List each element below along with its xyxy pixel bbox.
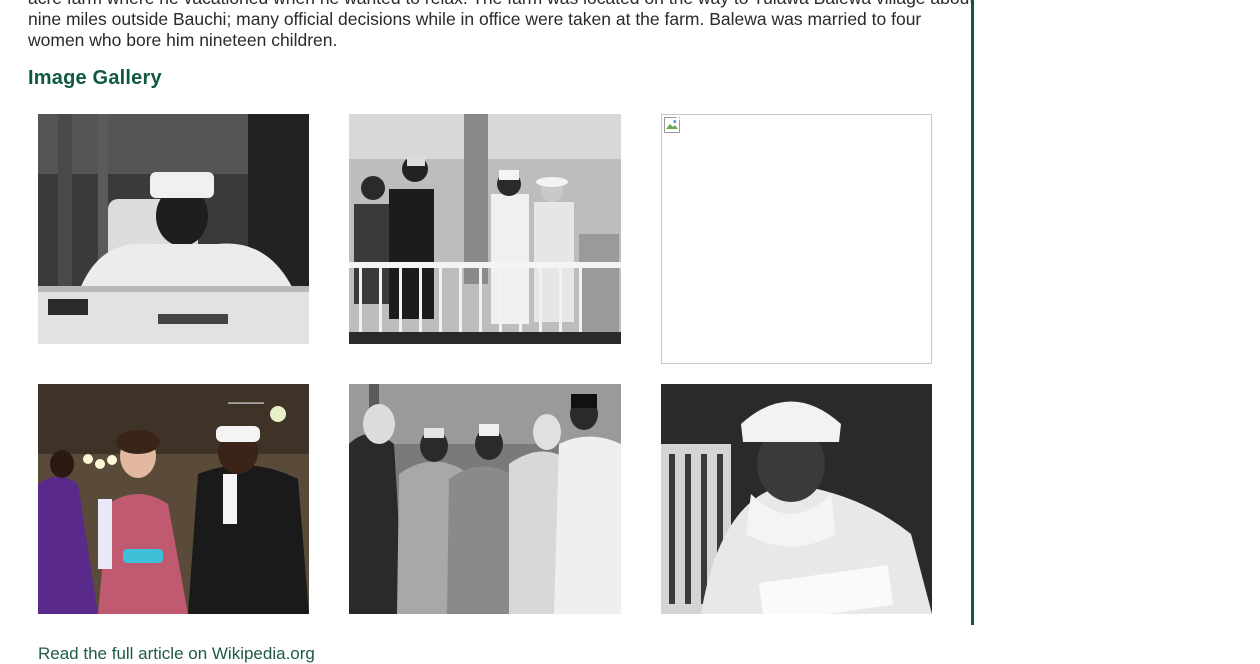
- gallery-photo-broken[interactable]: [661, 114, 932, 364]
- broken-image-icon: [664, 116, 681, 133]
- paragraph-line: acre farm where he vacationed when he wa…: [28, 0, 974, 9]
- gallery-photo-portrait-turban[interactable]: [661, 384, 932, 614]
- paragraph-line: women who bore him nineteen children.: [28, 30, 338, 50]
- gallery-photo-color-reception[interactable]: ▬▬▬▬▬▬: [38, 384, 309, 614]
- gallery-photo-group-on-balcony[interactable]: [349, 114, 621, 344]
- gallery-heading: Image Gallery: [28, 67, 162, 89]
- article-content: acre farm where he vacationed when he wa…: [0, 0, 974, 664]
- article-paragraph: acre farm where he vacationed when he wa…: [28, 0, 974, 51]
- paragraph-line: nine miles outside Bauchi; many official…: [28, 9, 922, 29]
- gallery-photo-man-at-desk[interactable]: [38, 114, 309, 344]
- svg-text:▬▬▬▬▬▬: ▬▬▬▬▬▬: [228, 400, 264, 406]
- wikipedia-link[interactable]: Read the full article on Wikipedia.org: [38, 644, 315, 664]
- content-divider: [971, 0, 974, 625]
- gallery-photo-group-handshake[interactable]: [349, 384, 621, 614]
